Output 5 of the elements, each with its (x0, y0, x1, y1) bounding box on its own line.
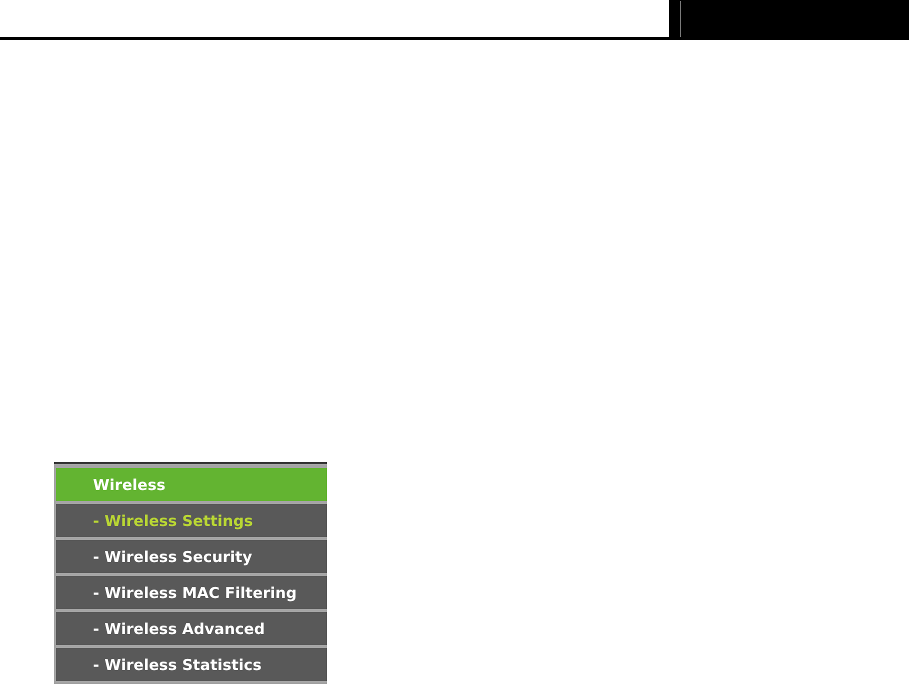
menu-item[interactable]: - Wireless Advanced (56, 612, 327, 645)
menu-item[interactable]: - Wireless Settings (56, 504, 327, 537)
menu-item[interactable]: - Wireless MAC Filtering (56, 576, 327, 609)
menu-item[interactable]: - Wireless Statistics (56, 648, 327, 681)
menu-item[interactable]: - Wireless Security (56, 540, 327, 573)
